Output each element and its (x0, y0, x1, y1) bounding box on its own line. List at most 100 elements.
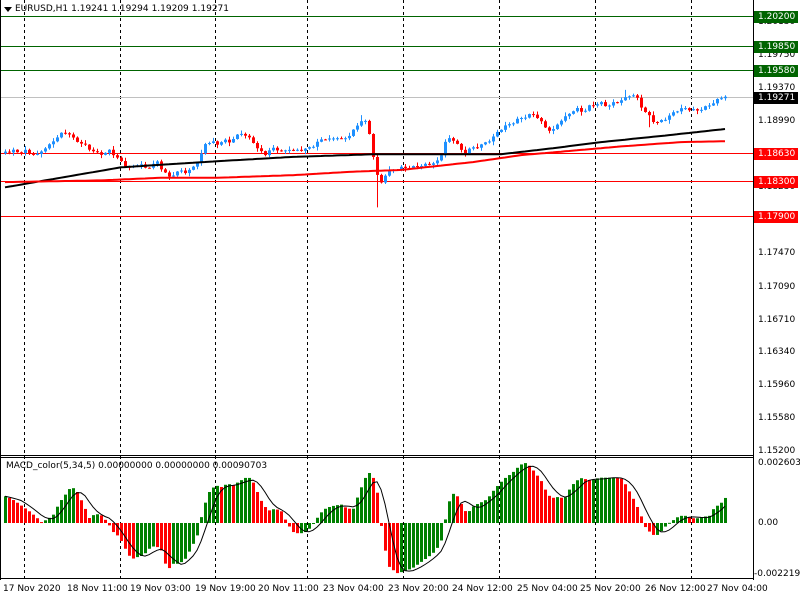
bull-candle (440, 154, 443, 162)
level-tag: 1.17900 (754, 210, 798, 223)
ma-slow-line (4, 128, 726, 189)
candle-body (48, 144, 51, 149)
candle-body (492, 136, 495, 142)
candle-body (600, 102, 603, 105)
candle-body (180, 170, 183, 172)
candle-body (292, 149, 295, 151)
price-chart[interactable] (0, 0, 800, 600)
macd-bar-up (432, 523, 435, 553)
macd-bar-up (144, 523, 147, 554)
macd-bar-up (576, 480, 579, 523)
bull-candle (680, 104, 683, 115)
candle-body (452, 138, 455, 141)
macd-bar-up (204, 502, 207, 523)
candle-body (484, 142, 487, 145)
candle-body (268, 150, 271, 156)
macd-bar-up (216, 485, 219, 523)
bull-candle (448, 135, 451, 143)
symbol-label: EURUSD,H1 (15, 4, 69, 14)
bear-candle (592, 101, 595, 109)
time-tick-label: 19 Nov 03:00 (130, 584, 191, 594)
bear-candle (100, 150, 103, 159)
candle-body (312, 146, 315, 148)
candle-body (548, 127, 551, 131)
macd-bar-down (632, 498, 635, 523)
macd-bar-up (140, 523, 143, 556)
macd-bar-up (596, 478, 599, 523)
macd-bar-down (88, 517, 91, 523)
bear-candle (72, 132, 75, 140)
candle-body (700, 109, 703, 111)
price-tick-label: 1.17090 (758, 281, 796, 292)
macd-bar-down (348, 508, 351, 523)
bull-candle (560, 119, 563, 127)
macd-bar-down (644, 523, 647, 528)
macd-bar-down (252, 482, 255, 523)
bear-candle (476, 143, 479, 150)
bull-candle (660, 119, 663, 123)
time-tick-label: 18 Nov 11:00 (67, 584, 128, 594)
candle-body (528, 114, 531, 118)
macd-bar-up (188, 523, 191, 552)
candle-body (404, 166, 407, 168)
macd-bar-down (636, 506, 639, 523)
bull-candle (332, 136, 335, 142)
candle-body (608, 105, 611, 107)
candle-body (524, 117, 527, 119)
candle-body (588, 105, 591, 111)
macd-bar-down (616, 478, 619, 523)
bear-candle (536, 111, 539, 119)
macd-bar-up (592, 479, 595, 523)
candle-body (628, 96, 631, 98)
macd-bar-up (404, 523, 407, 571)
candle-body (76, 137, 79, 142)
bear-candle (656, 121, 659, 125)
bull-candle (360, 115, 363, 127)
bull-candle (268, 147, 271, 158)
candle-body (184, 170, 187, 174)
bear-candle (148, 167, 151, 169)
price-tick-label: 1.18990 (758, 116, 796, 127)
bear-candle (216, 140, 219, 149)
macd-bar-up (468, 511, 471, 523)
macd-bar-up (176, 523, 179, 564)
candle-body (248, 135, 251, 138)
candle-body (424, 163, 427, 166)
macd-bar-up (440, 523, 443, 541)
candle-body (208, 142, 211, 145)
bear-candle (116, 153, 119, 160)
dropdown-triangle-icon[interactable] (4, 6, 12, 12)
macd-bar-up (364, 477, 367, 523)
macd-bar-down (692, 518, 695, 523)
macd-bar-down (624, 484, 627, 523)
macd-bar-up (500, 481, 503, 523)
bull-candle (552, 125, 555, 135)
candle-body (8, 151, 11, 153)
macd-axis-bottom: -0.002219 (754, 569, 800, 579)
bull-candle (708, 102, 711, 110)
macd-bar-up (360, 487, 363, 523)
candle-body (288, 149, 291, 151)
bear-candle (452, 136, 455, 144)
macd-bar-up (612, 477, 615, 523)
macd-bar-up (724, 497, 727, 523)
candle-body (616, 102, 619, 104)
macd-bar-down (80, 500, 83, 523)
macd-bar-up (480, 502, 483, 523)
candle-body (112, 149, 115, 156)
macd-bar-up (332, 505, 335, 523)
candle-body (712, 103, 715, 106)
high-value: 1.19294 (111, 4, 149, 14)
bull-candle (724, 95, 727, 101)
bear-candle (64, 129, 67, 135)
candle-body (552, 129, 555, 131)
bull-candle (344, 136, 347, 142)
candle-body (272, 147, 275, 151)
bull-candle (272, 144, 275, 152)
bull-candle (288, 146, 291, 154)
macd-bar-up (608, 477, 611, 523)
candle-body (16, 149, 19, 153)
bear-candle (696, 108, 699, 115)
price-tick-label: 1.15580 (758, 412, 796, 423)
bull-candle (572, 110, 575, 115)
